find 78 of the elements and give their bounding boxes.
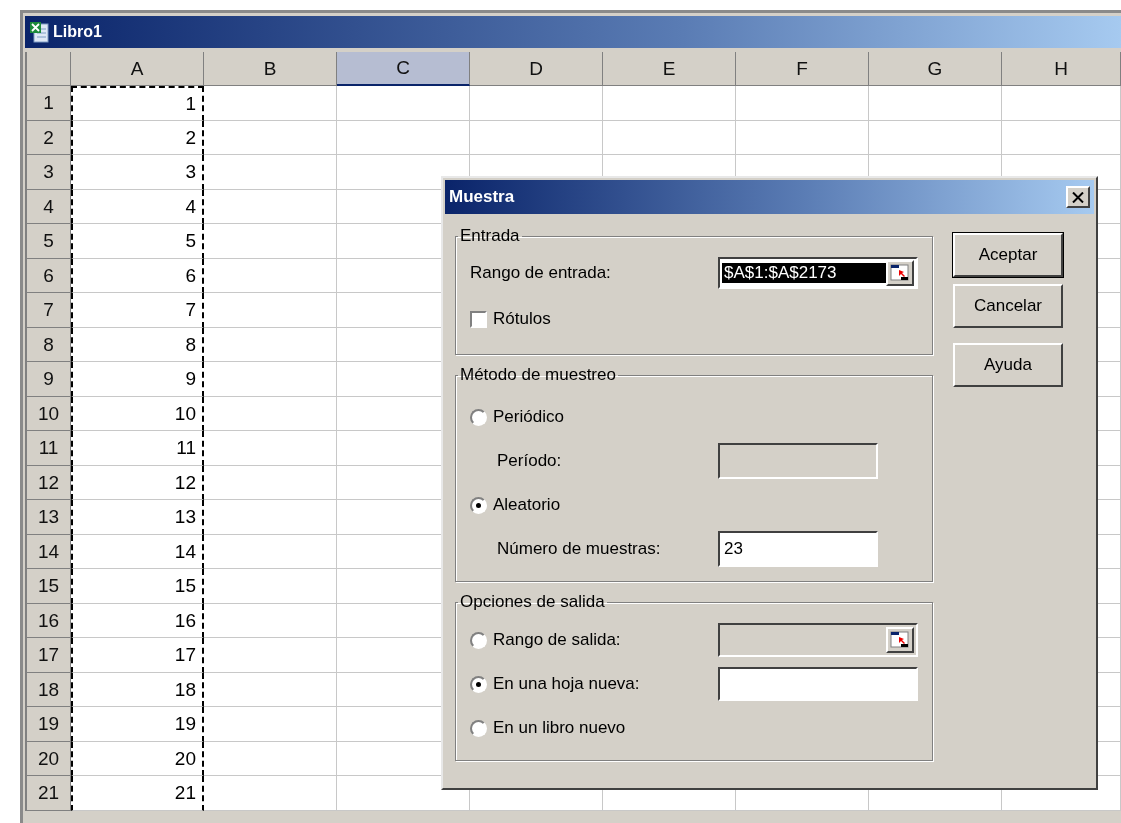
close-button[interactable]: [1066, 186, 1090, 208]
table-cell: 10: [71, 397, 204, 431]
row-header[interactable]: 18: [27, 673, 71, 707]
labels-checkbox[interactable]: Rótulos: [470, 309, 551, 329]
table-cell: 7: [71, 293, 204, 328]
table-cell: 8: [71, 328, 204, 362]
row-header[interactable]: 21: [27, 776, 71, 811]
row-header[interactable]: 2: [27, 121, 71, 155]
window-title: Libro1: [53, 23, 102, 41]
column-header[interactable]: D: [470, 52, 603, 86]
row-header[interactable]: 3: [27, 155, 71, 190]
row-header[interactable]: 10: [27, 397, 71, 431]
range-select-icon: [890, 264, 910, 282]
group-legend: Entrada: [458, 226, 522, 246]
table-cell: 17: [71, 638, 204, 673]
table-cell: 21: [71, 776, 204, 811]
input-field[interactable]: [718, 667, 918, 701]
row-header[interactable]: 15: [27, 569, 71, 604]
column-header[interactable]: G: [869, 52, 1002, 86]
dialog-button[interactable]: Cancelar: [953, 284, 1063, 328]
table-cell: 1: [71, 86, 204, 121]
table-cell: 6: [71, 259, 204, 293]
range-field[interactable]: $A$1:$A$2173: [718, 257, 918, 289]
column-header[interactable]: A: [71, 52, 204, 86]
field-label: Número de muestras:: [496, 539, 662, 559]
row-header[interactable]: 14: [27, 535, 71, 569]
row-header[interactable]: 9: [27, 362, 71, 397]
table-cell: 19: [71, 707, 204, 742]
row-header[interactable]: 8: [27, 328, 71, 362]
row-header[interactable]: 12: [27, 466, 71, 500]
table-cell: 14: [71, 535, 204, 569]
table-cell: 4: [71, 190, 204, 224]
table-cell: 5: [71, 224, 204, 259]
radio-option[interactable]: En una hoja nueva:: [470, 674, 718, 694]
row-header[interactable]: 7: [27, 293, 71, 328]
range-select-icon: [890, 631, 910, 649]
radio-option[interactable]: En un libro nuevo: [470, 718, 718, 738]
group-legend: Método de muestreo: [458, 365, 618, 385]
select-all-button[interactable]: [27, 52, 71, 86]
table-cell: 15: [71, 569, 204, 604]
dialog-title: Muestra: [449, 187, 515, 207]
table-cell: 18: [71, 673, 204, 707]
table-cell: 2: [71, 121, 204, 155]
table-cell: 3: [71, 155, 204, 190]
column-header[interactable]: F: [736, 52, 869, 86]
radio-option[interactable]: Rango de salida:: [470, 630, 718, 650]
dialog-button[interactable]: Ayuda: [953, 343, 1063, 387]
row-header[interactable]: 5: [27, 224, 71, 259]
column-header[interactable]: H: [1002, 52, 1121, 86]
row-header[interactable]: 6: [27, 259, 71, 293]
column-header[interactable]: E: [603, 52, 736, 86]
collapse-dialog-button[interactable]: [886, 260, 914, 286]
row-header[interactable]: 19: [27, 707, 71, 742]
radio-option[interactable]: Periódico: [470, 407, 564, 427]
table-cell: 16: [71, 604, 204, 638]
group-legend: Opciones de salida: [458, 592, 607, 612]
row-header[interactable]: 11: [27, 431, 71, 466]
field-label: Período:: [496, 451, 563, 471]
close-icon: [1072, 191, 1084, 203]
column-header[interactable]: B: [204, 52, 337, 86]
table-cell: 12: [71, 466, 204, 500]
radio-option[interactable]: Aleatorio: [470, 495, 561, 515]
row-header[interactable]: 13: [27, 500, 71, 535]
dialog-button[interactable]: Aceptar: [953, 233, 1063, 277]
field-label: Rango de entrada:: [470, 263, 612, 283]
input-field[interactable]: 23: [718, 531, 878, 567]
column-header[interactable]: C: [337, 52, 470, 86]
range-value: $A$1:$A$2173: [722, 263, 886, 283]
row-header[interactable]: 4: [27, 190, 71, 224]
table-cell: 20: [71, 742, 204, 776]
table-cell: 9: [71, 362, 204, 397]
table-cell: 13: [71, 500, 204, 535]
table-cell: 11: [71, 431, 204, 466]
row-header[interactable]: 17: [27, 638, 71, 673]
row-header[interactable]: 20: [27, 742, 71, 776]
row-header[interactable]: 16: [27, 604, 71, 638]
row-header[interactable]: 1: [27, 86, 71, 121]
spreadsheet-icon: [29, 21, 49, 43]
